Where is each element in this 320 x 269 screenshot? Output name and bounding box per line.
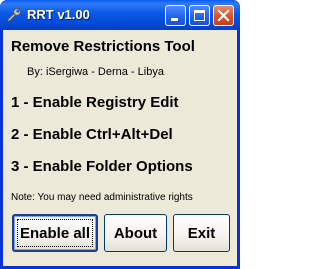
about-button[interactable]: About xyxy=(104,214,167,252)
window-title: RRT v1.00 xyxy=(27,7,90,22)
admin-rights-note: Note: You may need administrative rights xyxy=(11,192,193,203)
dialog-body: Remove Restrictions Tool By: iSergiwa - … xyxy=(3,30,237,266)
title-bar[interactable]: RRT v1.00 xyxy=(0,0,240,30)
exit-button[interactable]: Exit xyxy=(173,214,230,252)
option-registry-edit: 1 - Enable Registry Edit xyxy=(11,94,179,111)
option-folder-options: 3 - Enable Folder Options xyxy=(11,158,193,175)
minimize-button[interactable] xyxy=(165,5,186,26)
focus-rectangle xyxy=(17,219,93,247)
app-window: RRT v1.00 Remove Restrictions Tool By: i… xyxy=(0,0,240,269)
close-button[interactable] xyxy=(213,5,234,26)
option-ctrl-alt-del: 2 - Enable Ctrl+Alt+Del xyxy=(11,126,173,143)
app-heading: Remove Restrictions Tool xyxy=(11,38,195,55)
author-byline: By: iSergiwa - Derna - Libya xyxy=(27,66,164,78)
exit-label: Exit xyxy=(187,224,216,242)
wrench-icon[interactable] xyxy=(6,7,22,23)
maximize-button[interactable] xyxy=(189,5,210,26)
enable-all-button[interactable]: Enable all xyxy=(12,214,98,252)
about-label: About xyxy=(113,224,158,242)
